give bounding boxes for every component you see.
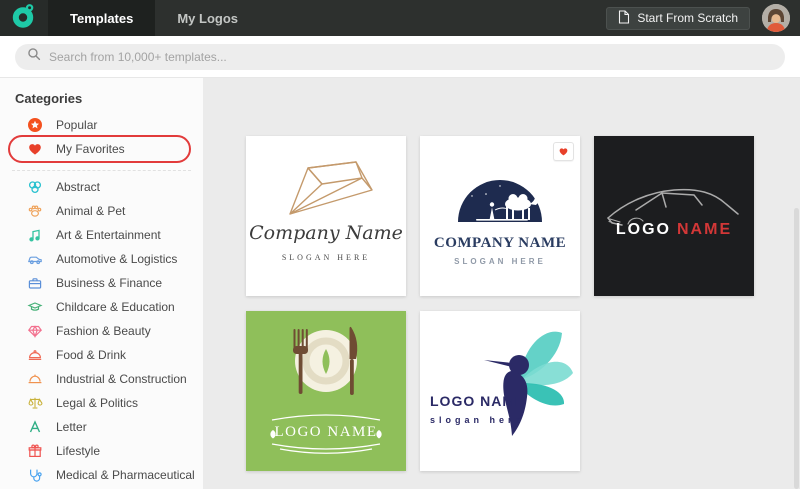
- template-card-diamond-jewelry[interactable]: Company Name SLOGAN HERE: [246, 136, 406, 296]
- sidebar-categories: Categories Popular: [0, 78, 203, 489]
- sidebar-item-label: Popular: [56, 118, 97, 132]
- template-card-sports-car[interactable]: LOGO NAME: [594, 136, 754, 296]
- categories-title: Categories: [0, 78, 203, 113]
- music-note-icon: [27, 227, 43, 243]
- start-from-scratch-label: Start From Scratch: [637, 11, 738, 25]
- logo-text-secondary: NAME: [677, 221, 732, 238]
- search-bar: [0, 36, 800, 78]
- bird-logo-text-block: LOGO NAME slogan here: [430, 393, 525, 425]
- star-circle-icon: [27, 117, 43, 133]
- sidebar-item-automotive-logistics[interactable]: Automotive & Logistics: [0, 247, 203, 271]
- start-from-scratch-button[interactable]: Start From Scratch: [606, 7, 750, 30]
- template-card-camel-night[interactable]: COMPANY NAME SLOGAN HERE: [420, 136, 580, 296]
- heart-icon: [27, 141, 43, 157]
- sidebar-item-art-entertainment[interactable]: Art & Entertainment: [0, 223, 203, 247]
- sidebar-item-label: Medical & Pharmaceutical: [56, 468, 195, 482]
- template-slogan: SLOGAN HERE: [282, 253, 370, 262]
- letter-a-icon: [27, 419, 43, 435]
- template-logo-text: LOGO NAME: [258, 424, 394, 441]
- templates-panel: Company Name SLOGAN HERE: [203, 78, 800, 489]
- paw-icon: [27, 203, 43, 219]
- tab-templates[interactable]: Templates: [48, 0, 155, 36]
- template-company-name: Company Name: [249, 222, 403, 244]
- sidebar-item-label: Animal & Pet: [56, 204, 125, 218]
- briefcase-icon: [27, 275, 43, 291]
- brand-logo[interactable]: [0, 0, 48, 36]
- sidebar-item-food-drink[interactable]: Food & Drink: [0, 343, 203, 367]
- sidebar-item-my-favorites[interactable]: My Favorites: [0, 137, 203, 161]
- search-input[interactable]: [49, 50, 773, 64]
- sidebar-item-business-finance[interactable]: Business & Finance: [0, 271, 203, 295]
- search-icon: [27, 47, 41, 66]
- sidebar-item-label: Legal & Politics: [56, 396, 138, 410]
- category-list: Popular My Favorites: [0, 113, 203, 487]
- graduation-cap-icon: [27, 299, 43, 315]
- template-card-hummingbird[interactable]: LOGO NAME slogan here: [420, 311, 580, 471]
- camel-night-illustration: [448, 148, 552, 232]
- topbar: Templates My Logos Start From Scratch: [0, 0, 800, 36]
- topbar-right: Start From Scratch: [606, 0, 800, 36]
- diamond-illustration: [274, 154, 378, 220]
- sidebar-item-letter[interactable]: Letter: [0, 415, 203, 439]
- scales-icon: [27, 395, 43, 411]
- favorite-heart-icon: [558, 143, 569, 161]
- logo-maker-app: Templates My Logos Start From Scratch: [0, 0, 800, 489]
- hummingbird-illustration: [464, 323, 576, 443]
- logo-text-primary: LOGO: [616, 221, 671, 238]
- favorite-badge[interactable]: [553, 142, 574, 161]
- sidebar-item-label: Business & Finance: [56, 276, 162, 290]
- sidebar-divider: [12, 161, 191, 171]
- brand-teal-d-icon: [12, 3, 36, 34]
- sidebar-item-label: Fashion & Beauty: [56, 324, 151, 338]
- sidebar-item-label: Industrial & Construction: [56, 372, 187, 386]
- main-nav: Templates My Logos: [48, 0, 260, 36]
- food-cloche-icon: [27, 347, 43, 363]
- template-logo-text: LOGO NAME: [594, 221, 754, 239]
- hard-hat-icon: [27, 371, 43, 387]
- new-document-icon: [618, 10, 630, 27]
- sidebar-item-label: Art & Entertainment: [56, 228, 161, 242]
- sidebar-item-popular[interactable]: Popular: [0, 113, 203, 137]
- gift-icon: [27, 443, 43, 459]
- sidebar-item-industrial-construction[interactable]: Industrial & Construction: [0, 367, 203, 391]
- abstract-icon: [27, 179, 43, 195]
- content: Categories Popular: [0, 78, 800, 489]
- sidebar-item-label: Food & Drink: [56, 348, 126, 362]
- sidebar-item-fashion-beauty[interactable]: Fashion & Beauty: [0, 319, 203, 343]
- sidebar-item-label: Automotive & Logistics: [56, 252, 177, 266]
- template-company-name: COMPANY NAME: [434, 235, 566, 252]
- template-slogan: SLOGAN HERE: [454, 257, 546, 266]
- template-slogan: slogan here: [430, 415, 525, 425]
- user-avatar[interactable]: [762, 4, 790, 32]
- scrollbar-thumb[interactable]: [794, 208, 799, 489]
- sidebar-item-childcare-education[interactable]: Childcare & Education: [0, 295, 203, 319]
- template-card-restaurant-plate[interactable]: LOGO NAME: [246, 311, 406, 471]
- stethoscope-icon: [27, 467, 43, 483]
- templates-grid: Company Name SLOGAN HERE: [246, 136, 754, 471]
- sidebar-item-label: Abstract: [56, 180, 100, 194]
- sidebar-item-abstract[interactable]: Abstract: [0, 175, 203, 199]
- sidebar-item-legal-politics[interactable]: Legal & Politics: [0, 391, 203, 415]
- sidebar-item-animal-pet[interactable]: Animal & Pet: [0, 199, 203, 223]
- template-logo-text: LOGO NAME: [430, 393, 525, 409]
- car-icon: [27, 251, 43, 267]
- plate-cutlery-illustration: [263, 319, 389, 411]
- sidebar-item-label: Letter: [56, 420, 87, 434]
- search-field[interactable]: [15, 44, 785, 70]
- plate-logo-text-block: LOGO NAME: [258, 411, 394, 457]
- sidebar-item-lifestyle[interactable]: Lifestyle: [0, 439, 203, 463]
- sidebar-item-medical-pharmaceutical[interactable]: Medical & Pharmaceutical: [0, 463, 203, 487]
- sidebar-item-label: My Favorites: [56, 142, 125, 156]
- tab-my-logos[interactable]: My Logos: [155, 0, 260, 36]
- gem-icon: [27, 323, 43, 339]
- sidebar-item-label: Lifestyle: [56, 444, 100, 458]
- sidebar-item-label: Childcare & Education: [56, 300, 175, 314]
